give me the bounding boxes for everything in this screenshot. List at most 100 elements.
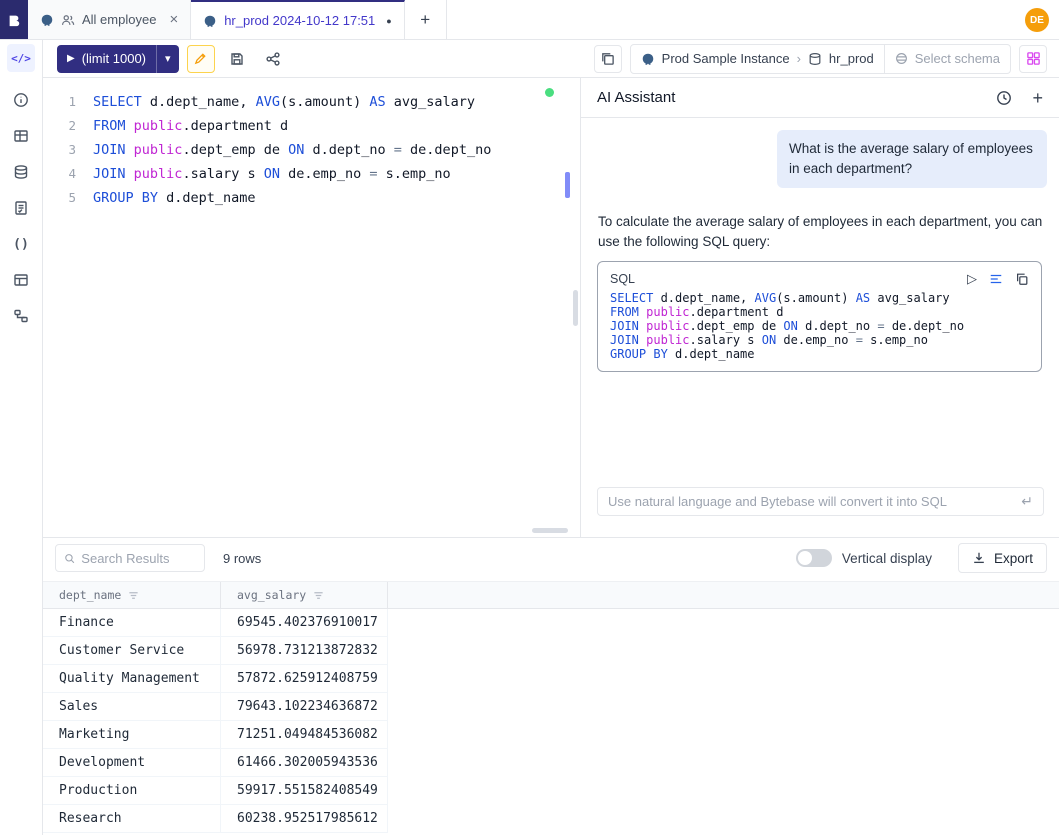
- sidebar-item-checklist[interactable]: [7, 194, 35, 222]
- sidebar-item-worksheet[interactable]: </>: [7, 44, 35, 72]
- cell-avg-salary[interactable]: 57872.625912408759: [221, 665, 388, 692]
- sort-icon[interactable]: [313, 590, 324, 601]
- cell-dept-name[interactable]: Quality Management: [43, 665, 221, 692]
- cell-dept-name[interactable]: Customer Service: [43, 637, 221, 664]
- insert-into-editor-icon[interactable]: [989, 272, 1003, 286]
- column-header-dept-name[interactable]: dept_name: [43, 582, 221, 608]
- instance-selector[interactable]: Prod Sample Instance › hr_prod: [631, 45, 884, 73]
- admin-wand-button[interactable]: [187, 45, 215, 73]
- cell-avg-salary[interactable]: 60238.952517985612: [221, 805, 388, 832]
- table-row[interactable]: Development61466.302005943536: [43, 749, 388, 777]
- table-row[interactable]: Finance69545.402376910017: [43, 609, 388, 637]
- people-icon: [61, 13, 75, 27]
- code-line: 3JOIN public.dept_emp de ON d.dept_no = …: [43, 138, 563, 162]
- sidebar-item-sheet[interactable]: [7, 266, 35, 294]
- sidebar-item-parameters[interactable]: (): [7, 230, 35, 258]
- line-number: 1: [43, 90, 76, 114]
- ai-sql-code: SELECT d.dept_name, AVG(s.amount) AS avg…: [610, 291, 1029, 361]
- cell-dept-name[interactable]: Development: [43, 749, 221, 776]
- share-icon: [265, 51, 281, 67]
- vertical-display-toggle[interactable]: [796, 549, 832, 567]
- left-sidebar: </> (): [0, 40, 43, 835]
- line-number: 2: [43, 114, 76, 138]
- table-row[interactable]: Marketing71251.049484536082: [43, 721, 388, 749]
- sql-editor[interactable]: 1SELECT d.dept_name, AVG(s.amount) AS av…: [43, 78, 563, 530]
- history-clock-icon[interactable]: [996, 90, 1012, 106]
- sql-editor-code: 1SELECT d.dept_name, AVG(s.amount) AS av…: [43, 90, 563, 210]
- bytebase-logo-icon: [7, 13, 21, 27]
- schema-flow-icon: [13, 308, 29, 324]
- sidebar-item-tables[interactable]: [7, 122, 35, 150]
- chevron-down-icon: ▾: [165, 52, 171, 65]
- sidebar-item-database[interactable]: [7, 158, 35, 186]
- play-icon: ▶: [67, 53, 75, 64]
- code-line: 4JOIN public.salary s ON de.emp_no = s.e…: [43, 162, 563, 186]
- results-table-body: Finance69545.402376910017Customer Servic…: [43, 609, 1059, 833]
- results-table: dept_name avg_salary Finance69545.402376…: [43, 581, 1059, 833]
- schema-selector[interactable]: Select schema: [884, 45, 1010, 73]
- tab-hr-prod[interactable]: hr_prod 2024-10-12 17:51 ●: [191, 0, 405, 39]
- run-query-button[interactable]: ▶ (limit 1000) ▾: [57, 45, 179, 73]
- ai-assistant-panel: AI Assistant + What is the average salar…: [580, 78, 1059, 537]
- checklist-icon: [13, 200, 29, 216]
- line-number: 3: [43, 138, 76, 162]
- return-icon: ↵: [1021, 493, 1033, 510]
- column-header-avg-salary[interactable]: avg_salary: [221, 582, 388, 608]
- cell-avg-salary[interactable]: 79643.102234636872: [221, 693, 388, 720]
- vertical-splitter-handle[interactable]: [573, 290, 578, 326]
- row-count: 9 rows: [223, 551, 261, 566]
- database-icon: [13, 164, 29, 180]
- avatar[interactable]: DE: [1025, 8, 1049, 32]
- cell-avg-salary[interactable]: 61466.302005943536: [221, 749, 388, 776]
- cell-dept-name[interactable]: Research: [43, 805, 221, 832]
- database-icon: [808, 52, 822, 66]
- tab-all-employee[interactable]: All employee ×: [28, 0, 191, 39]
- ai-prompt-box: ↵: [597, 487, 1044, 516]
- postgres-icon: [641, 52, 655, 66]
- sidebar-item-info[interactable]: [7, 86, 35, 114]
- copy-icon[interactable]: [1015, 272, 1029, 286]
- table-row[interactable]: Customer Service56978.731213872832: [43, 637, 388, 665]
- search-results-input[interactable]: [81, 551, 196, 566]
- cell-dept-name[interactable]: Finance: [43, 609, 221, 636]
- new-chat-button[interactable]: +: [1032, 89, 1043, 107]
- table-schema-icon: [1026, 51, 1041, 66]
- sort-icon[interactable]: [128, 590, 139, 601]
- search-box: [55, 544, 205, 572]
- tab-bar: All employee × hr_prod 2024-10-12 17:51 …: [0, 0, 1059, 40]
- new-tab-button[interactable]: +: [405, 0, 447, 39]
- schema-icon: [895, 52, 908, 65]
- bytebase-logo[interactable]: [0, 0, 28, 39]
- run-snippet-icon[interactable]: ▷: [967, 271, 977, 287]
- table-icon: [13, 128, 29, 144]
- ai-prompt-input[interactable]: [608, 494, 1013, 509]
- cell-dept-name[interactable]: Sales: [43, 693, 221, 720]
- table-row[interactable]: Research60238.952517985612: [43, 805, 388, 833]
- database-name: hr_prod: [829, 51, 874, 66]
- table-row[interactable]: Quality Management57872.625912408759: [43, 665, 388, 693]
- code-line: GROUP BY d.dept_name: [610, 347, 1029, 361]
- sidebar-item-schema-diagram[interactable]: [7, 302, 35, 330]
- cell-avg-salary[interactable]: 71251.049484536082: [221, 721, 388, 748]
- close-icon[interactable]: ×: [169, 11, 178, 28]
- table-row[interactable]: Sales79643.102234636872: [43, 693, 388, 721]
- wand-icon: [193, 51, 208, 66]
- table-row[interactable]: Production59917.551582408549: [43, 777, 388, 805]
- search-icon: [64, 552, 75, 565]
- save-button[interactable]: [223, 45, 251, 73]
- cell-avg-salary[interactable]: 69545.402376910017: [221, 609, 388, 636]
- run-options-dropdown[interactable]: ▾: [156, 45, 179, 73]
- editor-scrollbar-thumb[interactable]: [565, 172, 570, 198]
- code-line: JOIN public.salary s ON de.emp_no = s.em…: [610, 333, 1029, 347]
- cell-dept-name[interactable]: Production: [43, 777, 221, 804]
- unsaved-dot-icon: ●: [386, 16, 391, 26]
- share-button[interactable]: [259, 45, 287, 73]
- horizontal-splitter-handle[interactable]: [532, 528, 568, 533]
- cell-dept-name[interactable]: Marketing: [43, 721, 221, 748]
- cell-avg-salary[interactable]: 56978.731213872832: [221, 637, 388, 664]
- cell-avg-salary[interactable]: 59917.551582408549: [221, 777, 388, 804]
- schema-panel-button[interactable]: [1019, 45, 1047, 73]
- layout-icon: [600, 51, 615, 66]
- export-button[interactable]: Export: [958, 543, 1047, 573]
- layout-button[interactable]: [594, 45, 622, 73]
